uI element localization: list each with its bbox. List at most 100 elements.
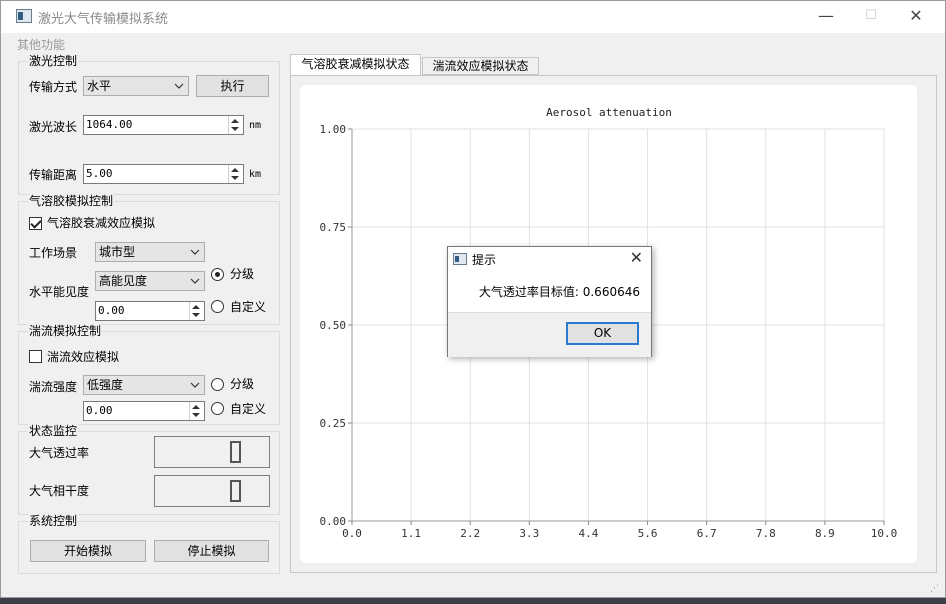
spin-buttons[interactable]: [189, 302, 204, 320]
chevron-down-icon: [190, 249, 200, 255]
x-tick-label: 8.9: [815, 527, 835, 540]
system-group-title: 系统控制: [28, 513, 79, 529]
x-tick-label: 1.1: [401, 527, 421, 540]
aerosol-graded-radio[interactable]: [211, 268, 224, 281]
chevron-down-icon: [190, 278, 200, 284]
aerosol-enable-checkbox[interactable]: [29, 217, 42, 230]
aerosol-group-title: 气溶胶模拟控制: [28, 193, 115, 209]
strength-spinbox[interactable]: 0.00: [83, 401, 205, 421]
turbulence-graded-label: 分级: [230, 377, 255, 391]
lcd-digit-zero: [230, 441, 241, 463]
distance-unit: km: [249, 169, 262, 180]
laser-group-title: 激光控制: [28, 53, 79, 69]
close-button[interactable]: ✕: [893, 1, 939, 31]
spin-up-icon[interactable]: [192, 405, 200, 409]
app-icon: [453, 253, 467, 265]
strength-label: 湍流强度: [29, 380, 78, 394]
y-axis: 0.000.250.500.751.00: [320, 123, 353, 528]
coherence-lcd: [154, 475, 270, 507]
lcd-digit-zero: [230, 480, 241, 502]
y-tick-label: 1.00: [320, 123, 347, 136]
coherence-label: 大气相干度: [29, 484, 90, 498]
visibility-select[interactable]: 高能见度: [95, 271, 205, 291]
distance-spinbox[interactable]: 5.00: [83, 164, 244, 184]
chart-title: Aerosol attenuation: [546, 106, 672, 119]
spin-down-icon[interactable]: [231, 176, 239, 180]
chevron-down-icon: [190, 382, 200, 388]
monitor-group-title: 状态监控: [28, 423, 79, 439]
tab-aerosol-status[interactable]: 气溶胶衰减模拟状态: [290, 54, 421, 75]
transmittance-lcd: [154, 436, 270, 468]
spin-buttons[interactable]: [228, 165, 243, 183]
transfer-mode-select[interactable]: 水平: [83, 76, 189, 96]
x-tick-label: 7.8: [756, 527, 776, 540]
visibility-spinbox[interactable]: 0.00: [95, 301, 205, 321]
y-tick-label: 0.50: [320, 319, 347, 332]
scene-label: 工作场景: [29, 246, 78, 260]
turbulence-custom-label: 自定义: [230, 402, 267, 416]
spin-up-icon[interactable]: [192, 305, 200, 309]
dialog-close-button[interactable]: ✕: [630, 249, 643, 267]
window-title: 激光大气传输模拟系统: [38, 12, 169, 27]
aerosol-enable-label: 气溶胶衰减效应模拟: [47, 216, 156, 230]
message-dialog: 提示 ✕ 大气透过率目标值: 0.660646 OK: [447, 246, 652, 357]
transfer-mode-label: 传输方式: [29, 80, 78, 94]
menu-bar: 其他功能: [1, 33, 945, 53]
turbulence-enable-checkbox[interactable]: [29, 350, 42, 363]
x-tick-label: 0.0: [342, 527, 362, 540]
strength-select[interactable]: 低强度: [83, 375, 205, 395]
execute-button[interactable]: 执行: [196, 75, 269, 97]
scene-value: 城市型: [99, 245, 136, 259]
y-tick-label: 0.25: [320, 417, 347, 430]
ok-button[interactable]: OK: [566, 322, 639, 345]
spin-buttons[interactable]: [228, 116, 243, 134]
wavelength-spinbox[interactable]: 1064.00: [83, 115, 244, 135]
aerosol-custom-label: 自定义: [230, 300, 267, 314]
scene-select[interactable]: 城市型: [95, 242, 205, 262]
title-bar: 激光大气传输模拟系统 — ☐ ✕: [1, 1, 945, 33]
strength-input-value: 0.00: [86, 404, 113, 417]
turbulence-enable-label: 湍流效应模拟: [47, 350, 120, 364]
x-tick-label: 10.0: [871, 527, 898, 540]
turbulence-graded-radio[interactable]: [211, 378, 224, 391]
spin-buttons[interactable]: [189, 402, 204, 420]
x-axis: 0.0 1.1 2.2 3.3 4.4 5.6 6.7 7.8 8.9 10.0: [342, 520, 898, 540]
wavelength-label: 激光波长: [29, 120, 78, 134]
y-tick-label: 0.75: [320, 221, 347, 234]
menu-other-functions[interactable]: 其他功能: [17, 36, 65, 53]
minimize-button[interactable]: —: [803, 1, 849, 31]
transmittance-label: 大气透过率: [29, 446, 90, 460]
spin-down-icon[interactable]: [231, 127, 239, 131]
spin-up-icon[interactable]: [231, 119, 239, 123]
dialog-title: 提示: [472, 253, 497, 267]
resize-grip-icon[interactable]: ⋰: [930, 584, 940, 594]
dialog-title-bar: 提示 ✕: [448, 247, 651, 271]
aerosol-custom-radio[interactable]: [211, 300, 224, 313]
x-tick-label: 2.2: [460, 527, 480, 540]
turbulence-custom-radio[interactable]: [211, 402, 224, 415]
x-tick-label: 6.7: [697, 527, 717, 540]
chevron-down-icon: [174, 83, 184, 89]
x-tick-label: 4.4: [579, 527, 599, 540]
visibility-input-value: 0.00: [98, 304, 125, 317]
maximize-button[interactable]: ☐: [848, 1, 894, 31]
app-icon: [16, 9, 32, 23]
wavelength-value: 1064.00: [86, 118, 133, 131]
x-tick-label: 3.3: [519, 527, 539, 540]
distance-label: 传输距离: [29, 168, 78, 182]
transfer-mode-value: 水平: [87, 79, 112, 93]
turbulence-group-title: 湍流模拟控制: [28, 323, 103, 339]
spin-down-icon[interactable]: [192, 313, 200, 317]
spin-up-icon[interactable]: [231, 168, 239, 172]
distance-value: 5.00: [86, 167, 113, 180]
visibility-label: 水平能见度: [29, 285, 90, 299]
aerosol-graded-label: 分级: [230, 267, 255, 281]
stop-simulation-button[interactable]: 停止模拟: [154, 540, 269, 562]
strength-value: 低强度: [87, 378, 124, 392]
spin-down-icon[interactable]: [192, 413, 200, 417]
wavelength-unit: nm: [249, 120, 262, 131]
tab-turbulence-status[interactable]: 湍流效应模拟状态: [422, 57, 539, 75]
start-simulation-button[interactable]: 开始模拟: [30, 540, 146, 562]
dialog-footer: OK: [448, 312, 651, 357]
visibility-value: 高能见度: [99, 274, 148, 288]
